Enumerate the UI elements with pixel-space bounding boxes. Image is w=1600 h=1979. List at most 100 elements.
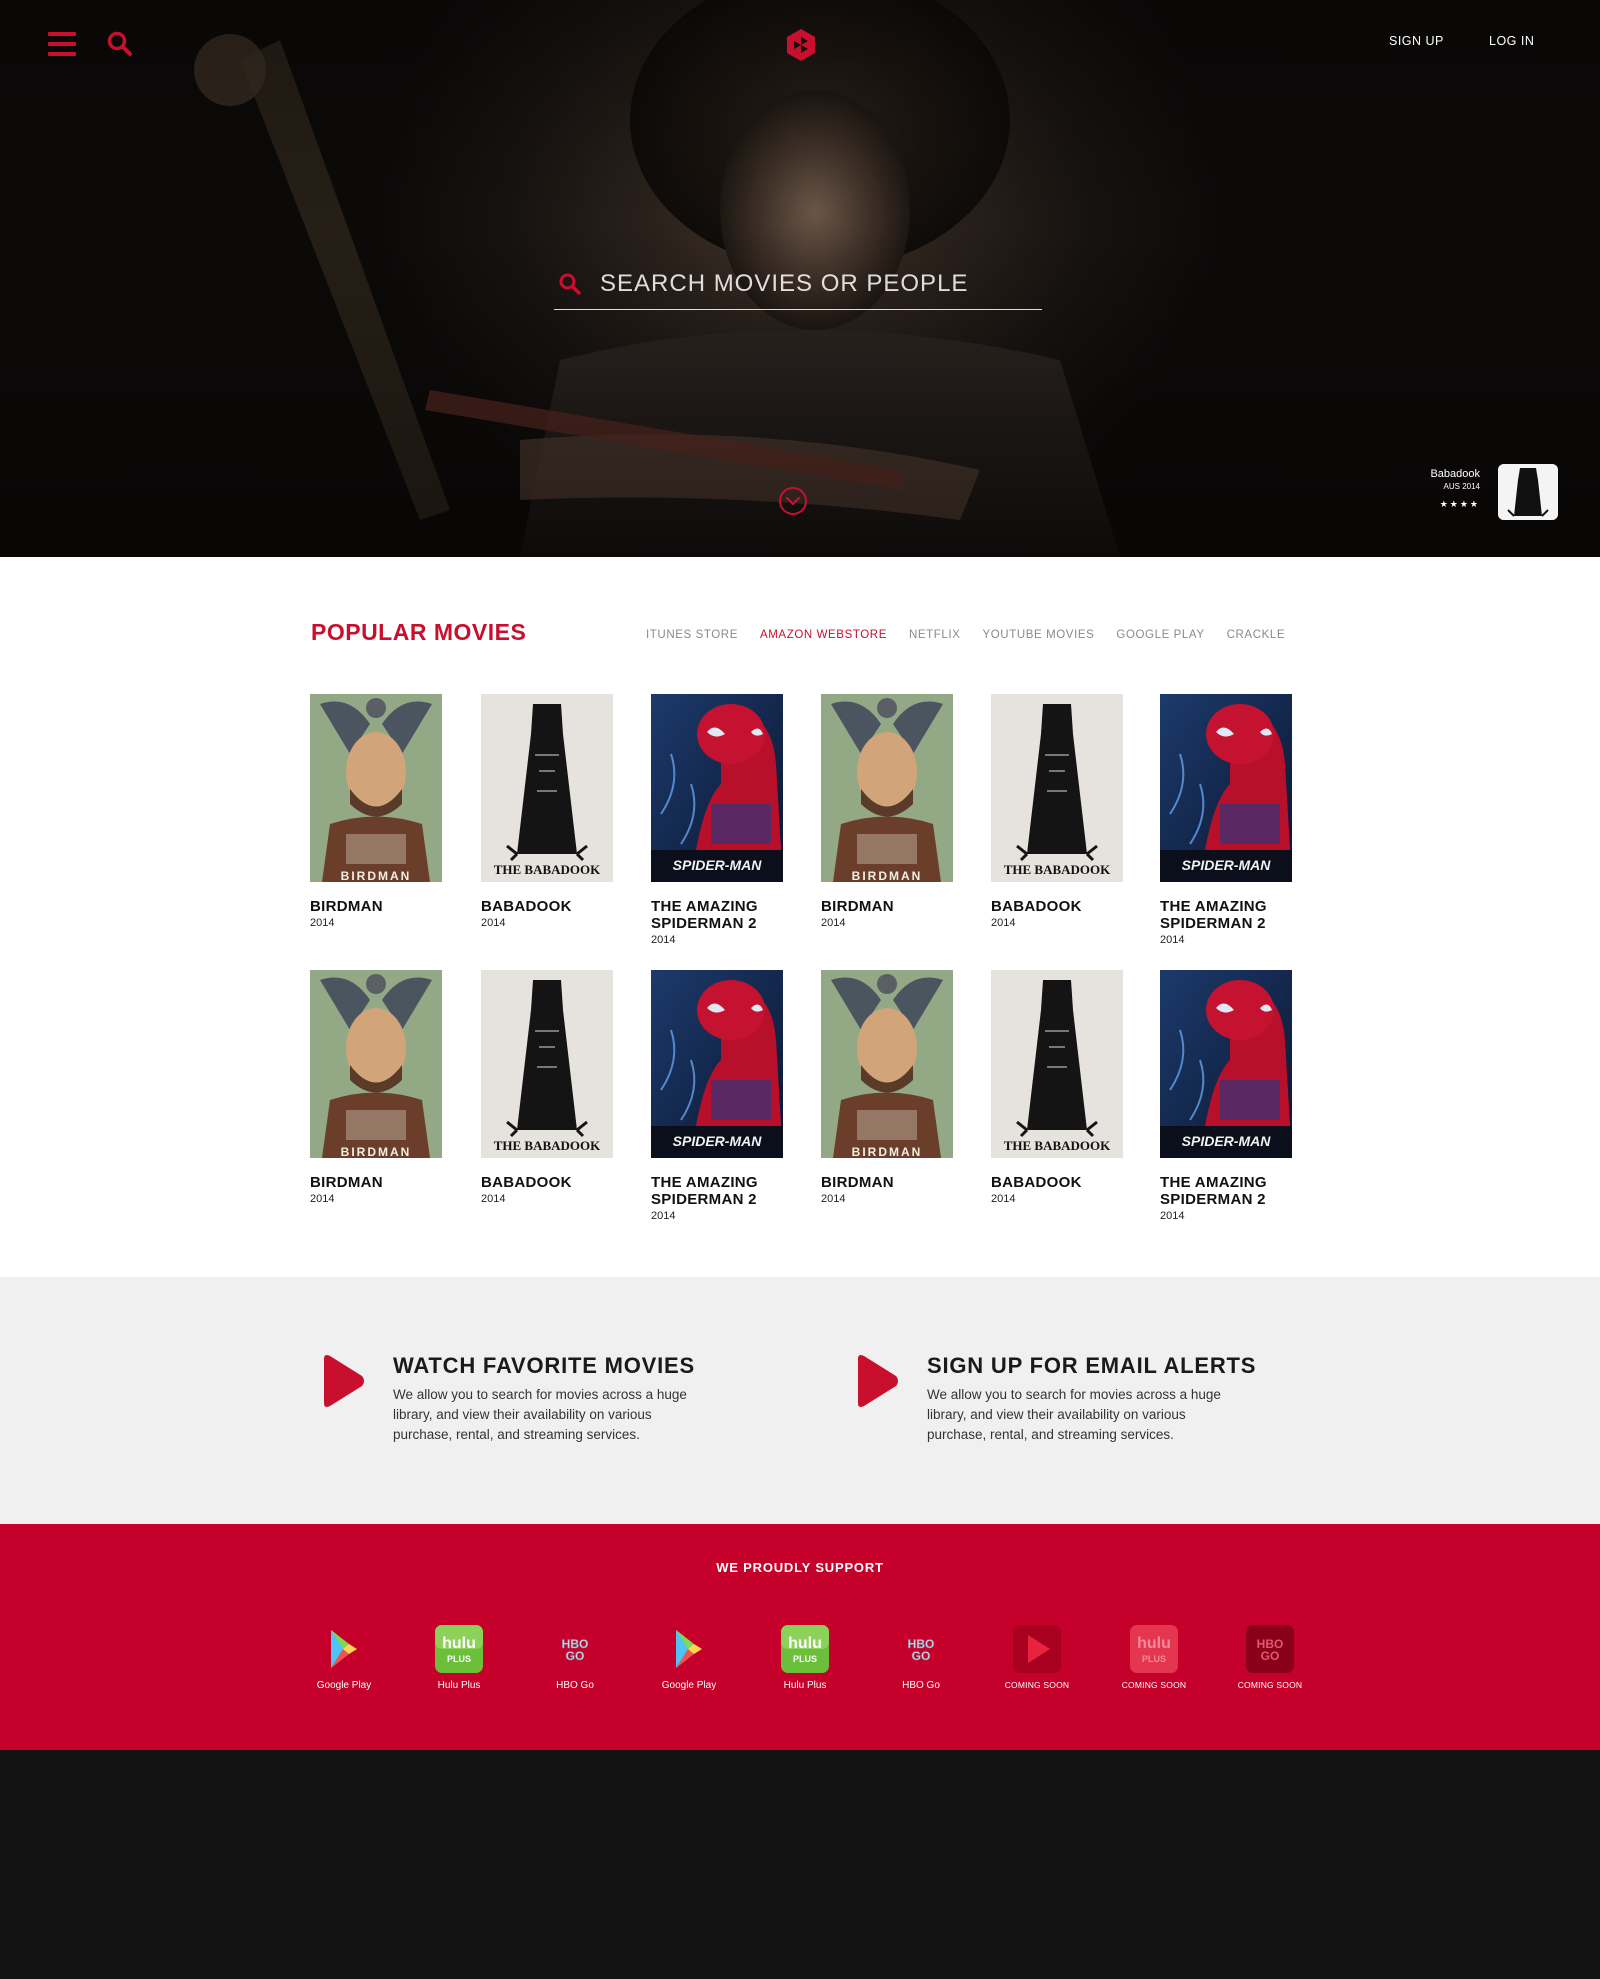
- movie-card[interactable]: THE BABADOOK BABADOOK 2014: [991, 970, 1123, 1205]
- search-input[interactable]: [600, 266, 1030, 302]
- movie-year: 2014: [310, 917, 335, 929]
- hbo-go-icon: HBO GO: [907, 1637, 934, 1664]
- google-play-icon: [676, 1630, 702, 1668]
- featured-movie-card[interactable]: Babadook AUS 2014 ★★★★: [1430, 464, 1558, 520]
- provider-hulu[interactable]: hulu PLUS Hulu Plus: [760, 1624, 850, 1691]
- spiderman-poster-art: SPIDER-MAN: [651, 970, 783, 1158]
- tab-youtube-movies[interactable]: YOUTUBE MOVIES: [982, 629, 1094, 641]
- movie-title: BIRDMAN: [310, 898, 383, 915]
- feature-description: We allow you to search for movies across…: [927, 1387, 1221, 1442]
- movie-card[interactable]: THE BABADOOK BABADOOK 2014: [481, 694, 613, 929]
- movie-poster[interactable]: SPIDER-MAN: [651, 970, 783, 1158]
- birdman-poster-art: BIRDMAN: [310, 970, 442, 1158]
- poster-title-text: SPIDER-MAN: [1182, 1133, 1272, 1149]
- featured-movie-title: Babadook: [1430, 468, 1480, 480]
- log-in-link[interactable]: LOG IN: [1489, 34, 1534, 48]
- poster-title-text: SPIDER-MAN: [673, 1133, 763, 1149]
- provider-logo: HBO GO: [1245, 1624, 1295, 1674]
- provider-hulu-soon[interactable]: hulu PLUS COMING SOON: [1109, 1624, 1199, 1690]
- movie-year: 2014: [481, 917, 506, 929]
- movie-poster[interactable]: BIRDMAN: [310, 970, 442, 1158]
- movie-card[interactable]: SPIDER-MAN THE AMAZING SPIDERMAN 2 2014: [651, 694, 783, 946]
- movie-card[interactable]: SPIDER-MAN THE AMAZING SPIDERMAN 2 2014: [1160, 694, 1292, 946]
- logo-subtext: GO: [1261, 1649, 1280, 1663]
- provider-hulu[interactable]: hulu PLUS Hulu Plus: [414, 1624, 504, 1691]
- tab-google-play[interactable]: GOOGLE PLAY: [1116, 629, 1204, 641]
- logo-subtext: PLUS: [1142, 1654, 1166, 1664]
- movie-year: 2014: [991, 917, 1016, 929]
- footer: [0, 1750, 1600, 1979]
- hulu-plus-icon: hulu PLUS: [435, 1625, 483, 1673]
- movie-year: 2014: [1160, 934, 1185, 946]
- movie-title: BIRDMAN: [821, 1174, 894, 1191]
- search-icon[interactable]: [106, 30, 134, 58]
- movie-year: 2014: [1160, 1210, 1185, 1222]
- chevron-down-circle-icon[interactable]: [778, 486, 808, 516]
- movie-poster[interactable]: THE BABADOOK: [481, 694, 613, 882]
- store-tabs: ITUNES STORE AMAZON WEBSTORE NETFLIX YOUTUB…: [646, 629, 1307, 641]
- movie-card[interactable]: THE BABADOOK BABADOOK 2014: [991, 694, 1123, 929]
- movie-card[interactable]: BIRDMAN BIRDMAN 2014: [310, 970, 442, 1205]
- provider-logo: HBO GO: [896, 1624, 946, 1674]
- play-icon: [858, 1355, 898, 1407]
- movie-poster[interactable]: THE BABADOOK: [481, 970, 613, 1158]
- popular-movies-section: POPULAR MOVIES ITUNES STORE AMAZON WEBSTO…: [0, 557, 1600, 1277]
- movie-poster[interactable]: SPIDER-MAN: [651, 694, 783, 882]
- movie-title: BABADOOK: [991, 898, 1082, 915]
- spiderman-poster-art: SPIDER-MAN: [651, 694, 783, 882]
- rating-stars: ★★★★: [1439, 499, 1480, 509]
- featured-movie-thumbnail[interactable]: [1498, 464, 1558, 520]
- movie-poster[interactable]: THE BABADOOK: [991, 970, 1123, 1158]
- movie-card[interactable]: BIRDMAN BIRDMAN 2014: [310, 694, 442, 929]
- movie-title: BIRDMAN: [821, 898, 894, 915]
- movie-year: 2014: [651, 1210, 676, 1222]
- logo-subtext: PLUS: [447, 1654, 471, 1664]
- babadook-silhouette-icon: [1498, 464, 1558, 520]
- movie-card[interactable]: SPIDER-MAN THE AMAZING SPIDERMAN 2 2014: [1160, 970, 1292, 1222]
- poster-title-text: THE BABADOOK: [494, 1138, 601, 1153]
- movie-title: THE AMAZING SPIDERMAN 2: [651, 1174, 758, 1208]
- provider-hbo-soon[interactable]: HBO GO COMING SOON: [1225, 1624, 1315, 1690]
- babadook-poster-art: THE BABADOOK: [991, 694, 1123, 882]
- tab-amazon-webstore[interactable]: AMAZON WEBSTORE: [760, 629, 887, 641]
- sign-up-link[interactable]: SIGN UP: [1389, 34, 1444, 48]
- movie-card[interactable]: BIRDMAN BIRDMAN 2014: [821, 694, 953, 929]
- movie-card[interactable]: SPIDER-MAN THE AMAZING SPIDERMAN 2 2014: [651, 970, 783, 1222]
- movie-poster[interactable]: THE BABADOOK: [991, 694, 1123, 882]
- movie-poster[interactable]: BIRDMAN: [821, 970, 953, 1158]
- page: SIGN UP LOG IN Babadook AUS 2014 ★★★★: [0, 0, 1600, 1979]
- poster-title-text: SPIDER-MAN: [1182, 857, 1272, 873]
- feature-title: WATCH FAVORITE MOVIES: [393, 1353, 695, 1378]
- supported-services-section: WE PROUDLY SUPPORT Google Play hulu PLUS…: [0, 1524, 1600, 1750]
- poster-title-text: THE BABADOOK: [1004, 862, 1111, 877]
- birdman-poster-art: BIRDMAN: [821, 970, 953, 1158]
- provider-hbo[interactable]: HBO GO HBO Go: [530, 1624, 620, 1691]
- movie-title: BABADOOK: [991, 1174, 1082, 1191]
- movie-card[interactable]: THE BABADOOK BABADOOK 2014: [481, 970, 613, 1205]
- poster-title-text: BIRDMAN: [852, 869, 923, 882]
- tab-netflix[interactable]: NETFLIX: [909, 629, 961, 641]
- movie-poster[interactable]: SPIDER-MAN: [1160, 970, 1292, 1158]
- movie-title: THE AMAZING SPIDERMAN 2: [1160, 898, 1267, 932]
- provider-play-soon[interactable]: COMING SOON: [992, 1624, 1082, 1690]
- provider-gplay[interactable]: Google Play: [299, 1624, 389, 1691]
- provider-label: COMING SOON: [1121, 1680, 1187, 1690]
- provider-gplay[interactable]: Google Play: [644, 1624, 734, 1691]
- movie-poster[interactable]: SPIDER-MAN: [1160, 694, 1292, 882]
- brand-logo-icon[interactable]: [784, 28, 818, 62]
- provider-label: COMING SOON: [1237, 1680, 1303, 1690]
- poster-title-text: BIRDMAN: [852, 1145, 923, 1158]
- hero-search-bar[interactable]: [554, 260, 1042, 310]
- movie-card[interactable]: BIRDMAN BIRDMAN 2014: [821, 970, 953, 1205]
- google-play-icon: [331, 1630, 357, 1668]
- tab-crackle[interactable]: CRACKLE: [1227, 629, 1286, 641]
- hamburger-menu-icon[interactable]: [48, 32, 76, 56]
- movie-year: 2014: [821, 1193, 846, 1205]
- tab-itunes-store[interactable]: ITUNES STORE: [646, 629, 738, 641]
- provider-hbo[interactable]: HBO GO HBO Go: [876, 1624, 966, 1691]
- logo-text: hulu: [788, 1635, 822, 1652]
- featured-movie-meta: AUS 2014: [1443, 482, 1480, 491]
- provider-label: HBO Go: [556, 1680, 594, 1691]
- movie-poster[interactable]: BIRDMAN: [310, 694, 442, 882]
- movie-poster[interactable]: BIRDMAN: [821, 694, 953, 882]
